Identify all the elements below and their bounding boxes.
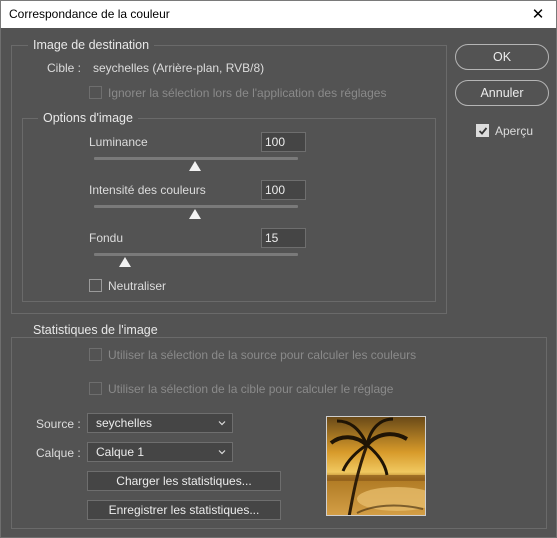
ignore-selection-label: Ignorer la sélection lors de l'applicati… [108,86,387,100]
save-statistics-button[interactable]: Enregistrer les statistiques... [87,500,281,520]
stats-legend: Statistiques de l'image [28,323,163,337]
cancel-button[interactable]: Annuler [455,80,549,106]
close-icon[interactable]: ✕ [520,1,556,29]
use-source-selection-checkbox[interactable] [89,348,102,361]
target-label: Cible : [47,61,82,75]
fade-slider-track[interactable] [94,253,298,256]
title-bar: Correspondance de la couleur ✕ [0,0,557,28]
load-statistics-button[interactable]: Charger les statistiques... [87,471,281,491]
luminance-slider-thumb[interactable] [189,161,201,171]
source-select-value: seychelles [96,416,153,430]
destination-legend: Image de destination [28,38,155,52]
fade-input[interactable]: 15 [261,228,306,248]
layer-select-value: Calque 1 [96,445,145,459]
layer-label: Calque : [36,446,81,460]
checkmark-icon [478,127,488,135]
intensity-slider-track[interactable] [94,205,298,208]
fade-slider-thumb[interactable] [119,257,131,267]
options-legend: Options d'image [38,111,138,125]
ok-button[interactable]: OK [455,44,549,70]
luminance-input[interactable]: 100 [261,132,306,152]
ignore-selection-checkbox[interactable] [89,86,102,99]
options-group [22,118,436,302]
neutralize-label: Neutraliser [108,279,167,293]
target-value: seychelles (Arrière-plan, RVB/8) [93,61,265,75]
intensity-input[interactable]: 100 [261,180,306,200]
preview-label: Aperçu [495,124,534,138]
source-preview-thumbnail [326,416,426,516]
chevron-down-icon [218,421,226,426]
intensity-slider-thumb[interactable] [189,209,201,219]
use-target-selection-label: Utiliser la sélection de la cible pour c… [108,382,394,396]
layer-select[interactable]: Calque 1 [87,442,233,462]
source-label: Source : [36,417,81,431]
chevron-down-icon [218,450,226,455]
window-title: Correspondance de la couleur [9,7,170,21]
use-target-selection-checkbox[interactable] [89,382,102,395]
source-select[interactable]: seychelles [87,413,233,433]
intensity-label: Intensité des couleurs [89,183,206,197]
use-source-selection-label: Utiliser la sélection de la source pour … [108,348,417,362]
preview-checkbox[interactable] [476,124,489,137]
luminance-label: Luminance [89,135,148,149]
neutralize-checkbox[interactable] [89,279,102,292]
luminance-slider-track[interactable] [94,157,298,160]
fade-label: Fondu [89,231,124,245]
